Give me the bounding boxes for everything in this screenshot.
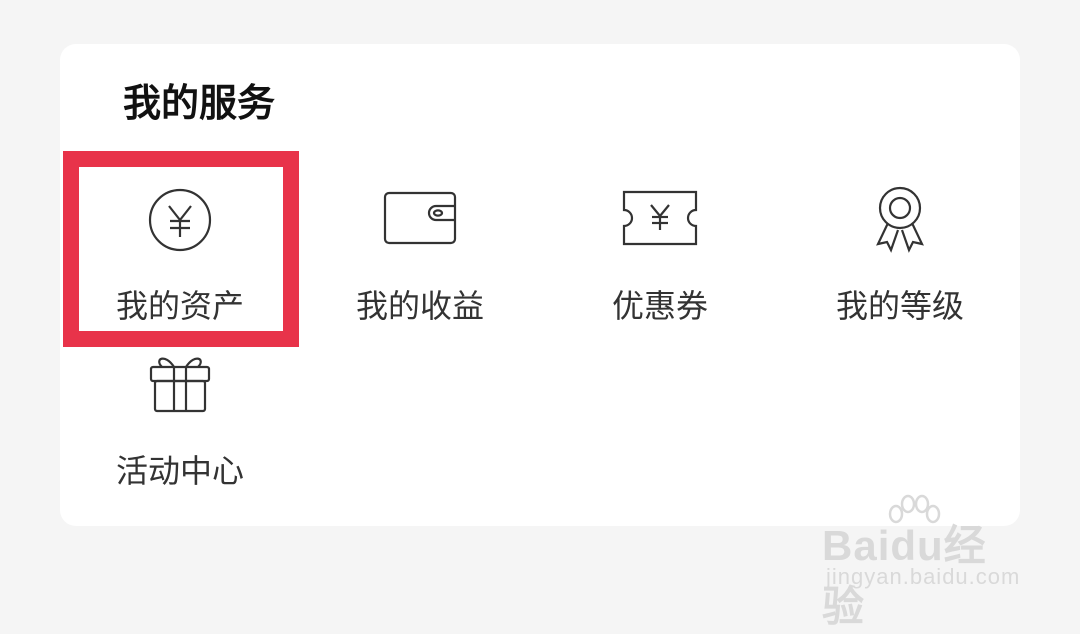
service-label: 我的收益 [355, 287, 484, 325]
medal-icon [860, 180, 940, 260]
service-label: 我的等级 [835, 287, 964, 325]
yen-ticket-icon [620, 180, 700, 260]
highlight-box [63, 151, 299, 347]
service-item-events[interactable]: 活动中心 [60, 345, 300, 505]
service-item-coupons[interactable]: 优惠券 [540, 180, 780, 340]
service-label: 活动中心 [115, 452, 244, 490]
gift-icon [140, 345, 220, 425]
service-label: 优惠券 [611, 287, 708, 325]
watermark-url: jingyan.baidu.com [826, 564, 1021, 589]
watermark: Baidu经验 jingyan.baidu.com [822, 494, 1022, 630]
section-title: 我的服务 [123, 81, 276, 125]
service-item-earnings[interactable]: 我的收益 [300, 180, 540, 340]
wallet-icon [380, 180, 460, 260]
service-item-level[interactable]: 我的等级 [780, 180, 1020, 340]
